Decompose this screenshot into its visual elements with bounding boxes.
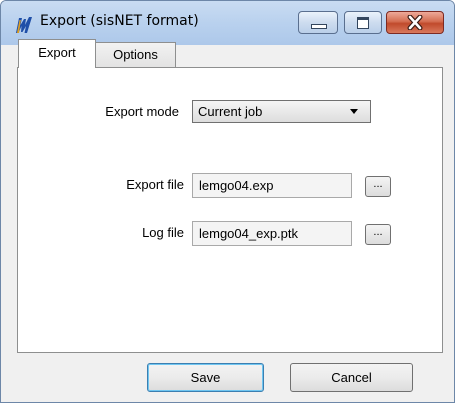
close-button[interactable] [386, 11, 444, 34]
tab-options[interactable]: Options [95, 42, 176, 68]
log-file-value: lemgo04_exp.ptk [199, 226, 299, 241]
minimize-icon [311, 24, 327, 29]
maximize-button[interactable] [344, 11, 382, 34]
save-button[interactable]: Save [147, 363, 264, 392]
export-mode-select[interactable]: Current job [192, 100, 371, 123]
export-file-browse-button[interactable]: ... [365, 176, 391, 197]
export-file-label: Export file [126, 177, 184, 192]
export-file-field[interactable]: lemgo04.exp [192, 173, 352, 198]
export-mode-label: Export mode [105, 104, 179, 119]
log-file-browse-button[interactable]: ... [365, 224, 391, 245]
cancel-button[interactable]: Cancel [290, 363, 413, 392]
log-file-field[interactable]: lemgo04_exp.ptk [192, 221, 352, 246]
dropdown-arrow-icon [350, 109, 358, 114]
tab-export[interactable]: Export [18, 39, 96, 68]
sisnet-app-icon [16, 17, 32, 33]
export-dialog-window: Export (sisNET format) Export Options Ex… [0, 0, 455, 403]
window-title: Export (sisNET format) [40, 13, 199, 29]
log-file-label: Log file [142, 225, 184, 240]
export-file-value: lemgo04.exp [199, 178, 274, 193]
minimize-button[interactable] [298, 11, 338, 34]
export-mode-value: Current job [198, 104, 263, 119]
maximize-icon [357, 17, 369, 29]
close-icon [407, 15, 423, 30]
